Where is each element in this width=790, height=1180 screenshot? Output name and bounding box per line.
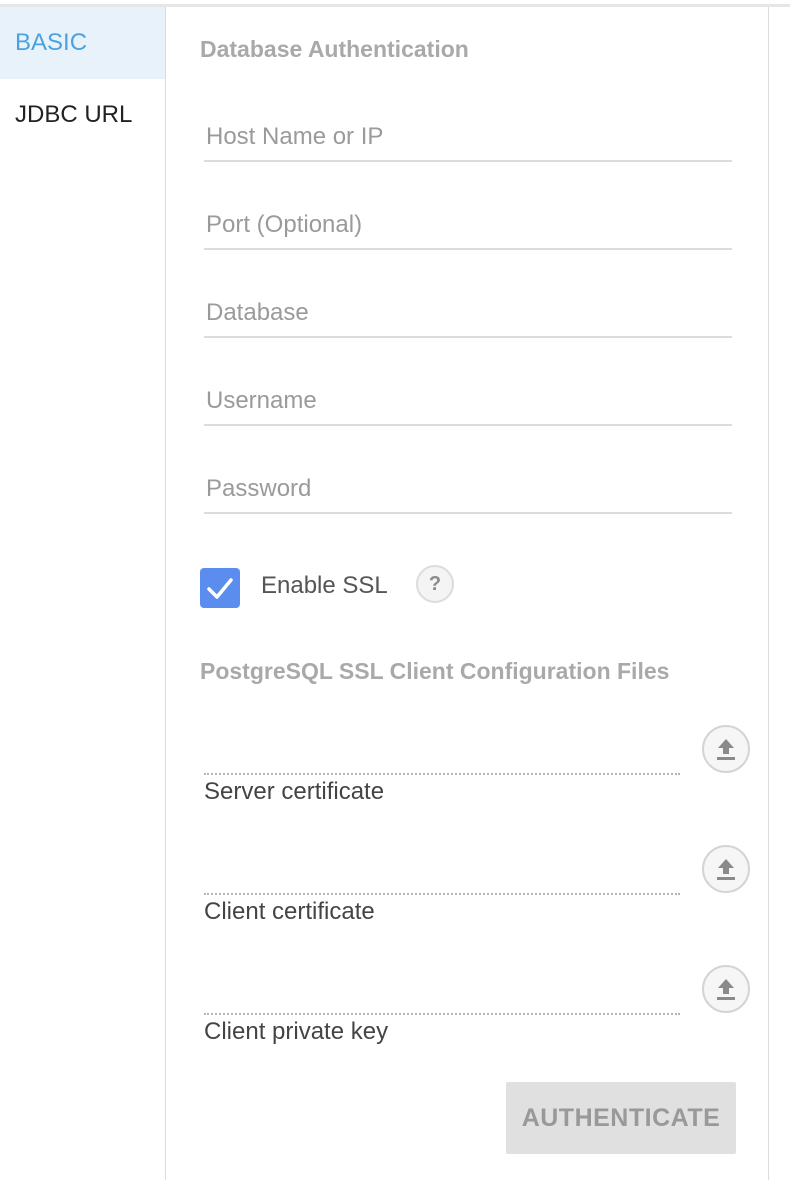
username-field <box>204 380 736 426</box>
upload-icon <box>717 739 735 760</box>
sidebar-item-label: BASIC <box>15 29 88 56</box>
database-field <box>204 292 736 338</box>
sidebar-item-basic[interactable]: BASIC <box>0 7 165 79</box>
client-certificate-line[interactable] <box>204 893 680 895</box>
database-input[interactable] <box>204 292 736 334</box>
server-certificate-label: Server certificate <box>204 778 385 805</box>
server-certificate-upload-button[interactable] <box>702 725 750 773</box>
password-input[interactable] <box>204 468 736 510</box>
host-input[interactable] <box>204 116 736 158</box>
username-input[interactable] <box>204 380 736 422</box>
authenticate-button[interactable]: AUTHENTICATE <box>506 1082 736 1154</box>
auth-dialog: BASIC JDBC URL Database Authentication E… <box>0 0 790 1180</box>
upload-icon <box>717 859 735 880</box>
sidebar-item-jdbc-url[interactable]: JDBC URL <box>0 79 165 151</box>
sidebar: BASIC JDBC URL <box>0 7 166 1180</box>
client-private-key-label: Client private key <box>204 1018 389 1045</box>
password-field <box>204 468 736 514</box>
host-field <box>204 116 736 162</box>
ssl-files-title: PostgreSQL SSL Client Configuration File… <box>200 658 670 684</box>
checkmark-icon <box>207 578 233 599</box>
help-icon[interactable]: ? <box>416 565 454 603</box>
enable-ssl-checkbox[interactable] <box>200 568 240 608</box>
client-private-key-upload-button[interactable] <box>702 965 750 1013</box>
sidebar-item-label: JDBC URL <box>15 101 133 128</box>
server-certificate-line[interactable] <box>204 773 680 775</box>
enable-ssl-label: Enable SSL <box>261 572 388 599</box>
panel-right-divider <box>768 7 769 1180</box>
port-input[interactable] <box>204 204 736 246</box>
client-certificate-upload-button[interactable] <box>702 845 750 893</box>
upload-icon <box>717 979 735 1000</box>
client-private-key-line[interactable] <box>204 1013 680 1015</box>
port-field <box>204 204 736 250</box>
database-auth-title: Database Authentication <box>200 36 469 62</box>
client-certificate-label: Client certificate <box>204 898 375 925</box>
